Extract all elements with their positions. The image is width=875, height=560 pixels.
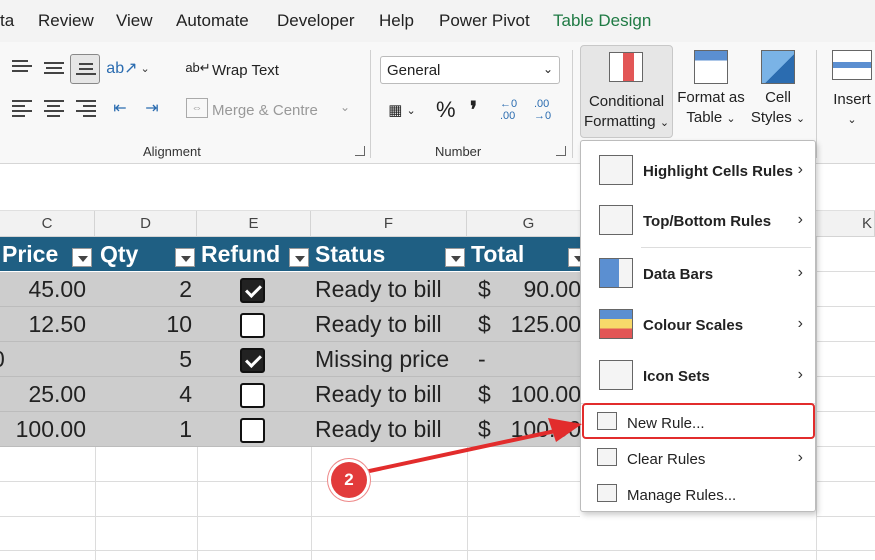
callout-arrow-icon xyxy=(359,418,582,475)
step-number-badge: 2 xyxy=(331,462,367,498)
